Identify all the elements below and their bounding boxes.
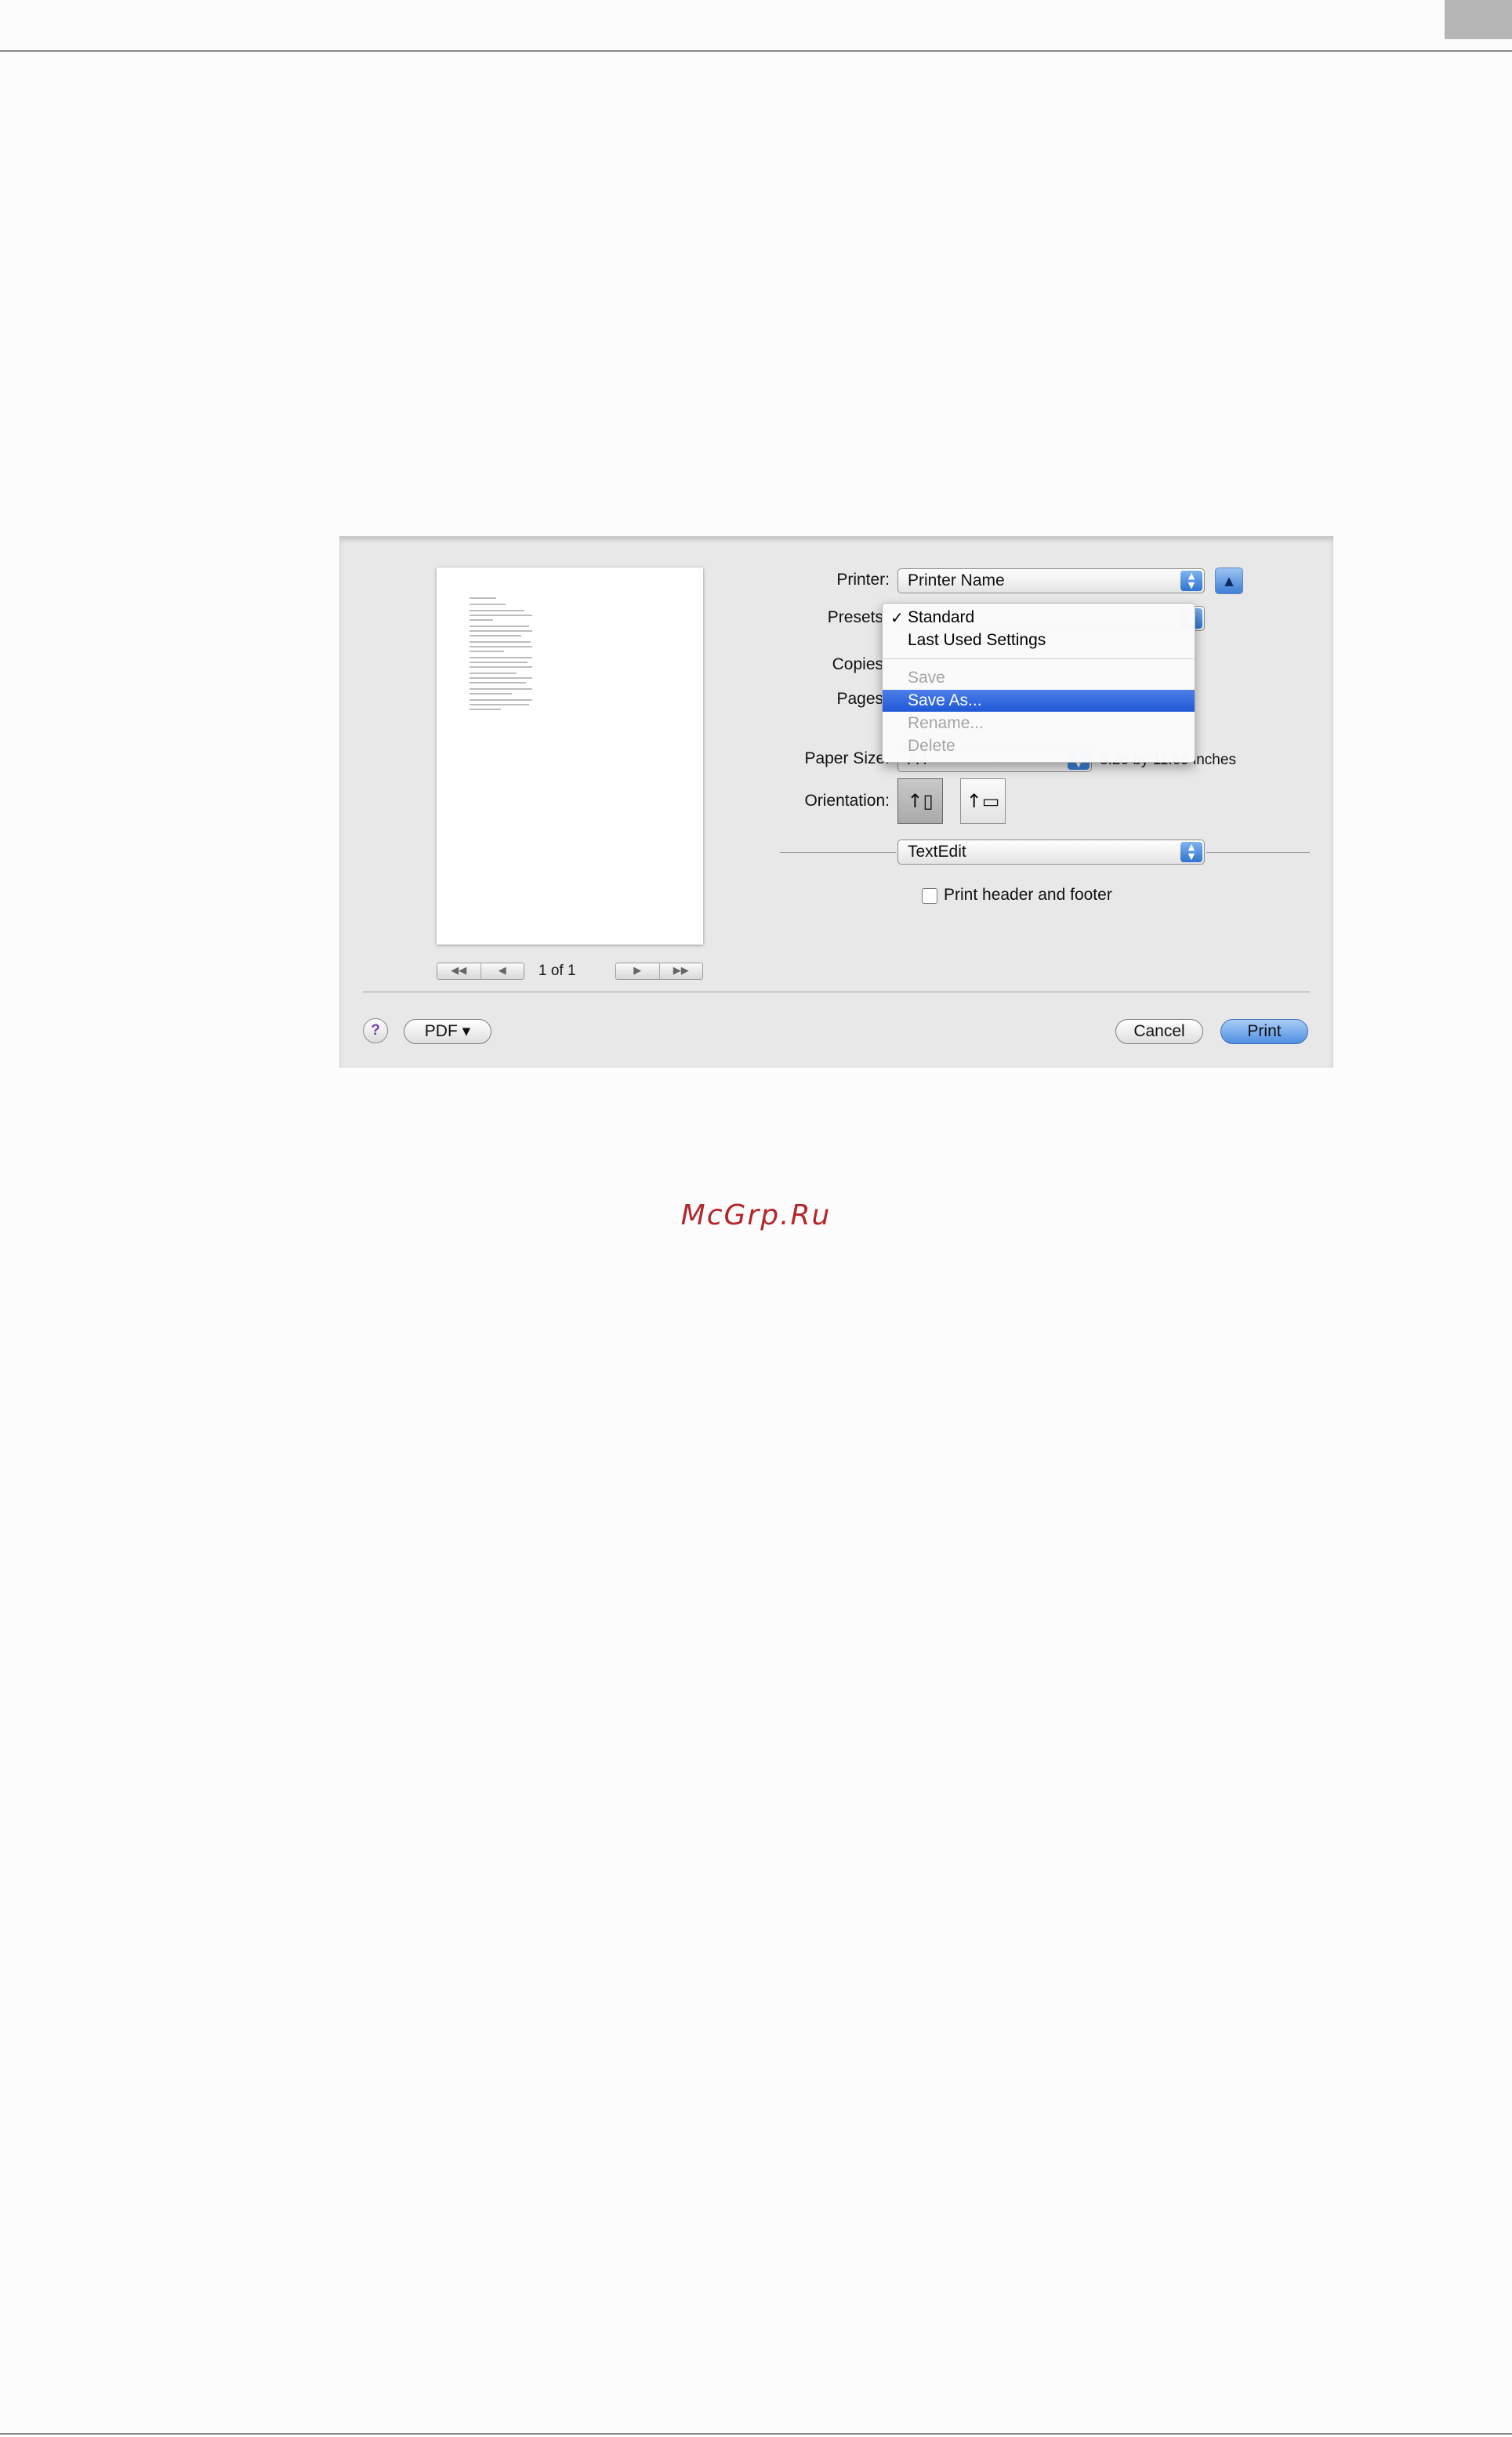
presets-label: Presets: [827, 608, 883, 626]
menu-item-rename: Rename...: [883, 713, 1195, 734]
menu-item-label: Standard: [908, 608, 975, 626]
preview-forward-buttons[interactable]: ▶ ▶▶: [615, 963, 703, 980]
preview-text-line: [470, 646, 532, 647]
preview-text-line: [470, 666, 532, 668]
paper-size-label: Paper Size:: [804, 749, 890, 767]
menu-item-label: Rename...: [908, 714, 984, 732]
landscape-icon: ↑▭: [966, 790, 1000, 812]
preview-text-line: [470, 682, 526, 684]
preview-text-line: [470, 626, 529, 627]
cancel-button[interactable]: Cancel: [1115, 1019, 1203, 1044]
triangle-up-icon: ▲: [1224, 574, 1234, 588]
section-separator-right: [1206, 852, 1310, 853]
preview-text-line: [470, 619, 493, 621]
copies-label: Copies: [832, 655, 883, 673]
preview-text-line: [470, 597, 496, 599]
preview-text-line: [470, 610, 524, 611]
section-separator-left: [780, 852, 896, 853]
preview-text-line: [470, 641, 531, 643]
previous-page-icon[interactable]: ◀: [480, 963, 524, 979]
help-icon: ?: [371, 1022, 380, 1039]
preview-text-line: [470, 704, 529, 705]
landscape-orientation-button[interactable]: ↑▭: [960, 778, 1006, 824]
printer-popup[interactable]: Printer Name ▲ ▼: [897, 568, 1205, 593]
next-page-icon[interactable]: ▶: [616, 963, 659, 979]
menu-item-delete: Delete: [883, 735, 1195, 757]
menu-item-label: Last Used Settings: [908, 631, 1046, 649]
print-header-footer-label[interactable]: Print header and footer: [944, 885, 1112, 905]
last-page-icon[interactable]: ▶▶: [658, 963, 703, 979]
pages-label: Pages: [836, 690, 883, 708]
print-button[interactable]: Print: [1220, 1019, 1308, 1044]
menu-item-save: Save: [883, 667, 1195, 689]
print-preview-page: [437, 568, 703, 945]
preview-text-line: [470, 699, 532, 701]
preview-back-buttons[interactable]: ◀◀ ◀: [437, 963, 524, 980]
preview-text-line: [470, 662, 528, 663]
preview-text-line: [470, 673, 517, 674]
preview-text-line: [470, 677, 532, 679]
preview-text-line: [470, 657, 532, 658]
preview-text-line: [470, 688, 532, 690]
footer-rule: [0, 2433, 1512, 2435]
portrait-orientation-button[interactable]: ↑▯: [897, 778, 943, 824]
help-button[interactable]: ?: [363, 1018, 388, 1043]
preview-text-line: [470, 630, 532, 632]
presets-menu: ✓ Standard Last Used Settings Save Save …: [882, 603, 1195, 763]
pdf-button[interactable]: PDF ▾: [404, 1019, 491, 1044]
menu-item-label: Save As...: [908, 691, 982, 709]
preview-text-line: [470, 635, 521, 636]
menu-item-save-as[interactable]: Save As...: [883, 690, 1195, 712]
first-page-icon[interactable]: ◀◀: [437, 963, 480, 979]
app-section-popup[interactable]: TextEdit ▲ ▼: [897, 840, 1205, 865]
print-dialog: ◀◀ ◀ 1 of 1 ▶ ▶▶ Printer: Printer Name ▲…: [339, 536, 1333, 1068]
header-rule: [0, 50, 1512, 52]
app-section-value: TextEdit: [908, 843, 966, 861]
menu-item-standard[interactable]: ✓ Standard: [883, 607, 1195, 629]
menu-item-last-used-settings[interactable]: Last Used Settings: [883, 629, 1195, 651]
orientation-label: Orientation:: [804, 792, 890, 810]
checkmark-icon: ✓: [890, 608, 904, 627]
print-header-footer-checkbox[interactable]: [922, 888, 937, 904]
header-tab: [1445, 0, 1512, 39]
printer-value: Printer Name: [908, 571, 1005, 589]
preview-text-line: [470, 693, 512, 694]
collapse-details-button[interactable]: ▲: [1215, 568, 1243, 594]
menu-item-label: Save: [908, 669, 945, 687]
menu-item-label: Delete: [908, 737, 955, 755]
watermark-text: McGrp.Ru: [680, 1199, 832, 1231]
popup-arrows-icon: ▲▼: [1180, 571, 1202, 591]
popup-arrows-icon: ▲▼: [1180, 842, 1202, 862]
preview-text-line: [470, 615, 532, 616]
menu-separator: [883, 658, 1195, 659]
preview-text-line: [470, 651, 504, 652]
preview-text-line: [470, 709, 501, 710]
preview-text-line: [470, 604, 506, 605]
portrait-icon: ↑▯: [907, 790, 934, 812]
printer-label: Printer:: [836, 571, 890, 589]
